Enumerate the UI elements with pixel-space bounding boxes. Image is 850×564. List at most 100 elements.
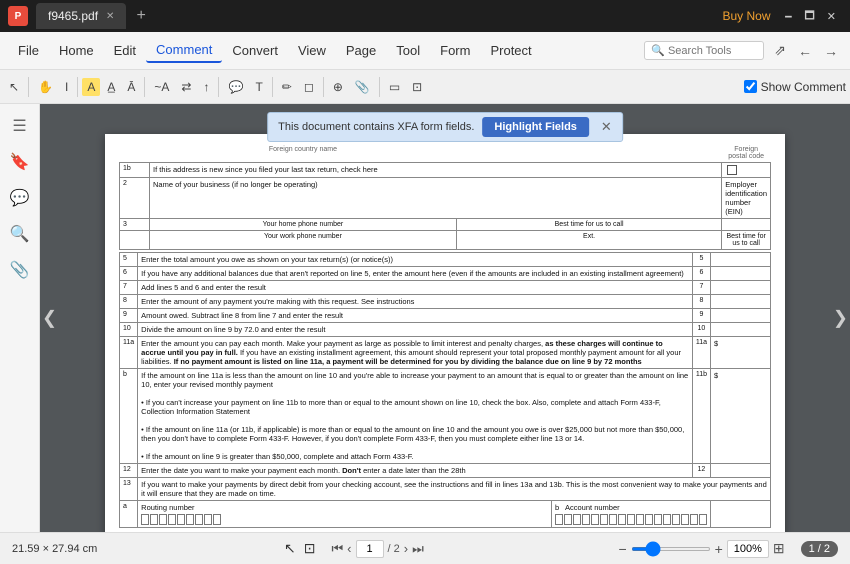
form-main-table: 5 Enter the total amount you owe as show…: [119, 252, 771, 528]
highlight-fields-button[interactable]: Highlight Fields: [482, 117, 589, 137]
tb-eraser[interactable]: ◻: [299, 78, 319, 96]
tb-stamp[interactable]: ⊕: [328, 78, 348, 96]
back-icon[interactable]: ←: [794, 41, 816, 61]
menu-form[interactable]: Form: [430, 39, 480, 62]
tb-separator-6: [323, 77, 324, 97]
tb-text-comment[interactable]: T: [250, 78, 267, 96]
tb-text-select[interactable]: I: [60, 78, 73, 96]
tb-separator-5: [272, 77, 273, 97]
panel-comment-icon[interactable]: 💬: [6, 184, 34, 212]
prev-page-button[interactable]: ‹: [347, 541, 351, 556]
panel-bookmark-icon[interactable]: 🔖: [6, 148, 34, 176]
table-row: b If the amount on line 11a is less than…: [120, 369, 771, 464]
panel-page-icon[interactable]: ☰: [6, 112, 34, 140]
show-comment-label: Show Comment: [761, 80, 846, 94]
tb-highlight[interactable]: A: [82, 78, 100, 96]
table-row: 6 If you have any additional balances du…: [120, 267, 771, 281]
table-row: 9 Amount owed. Subtract line 8 from line…: [120, 309, 771, 323]
table-row: 2 Name of your business (if no longer be…: [120, 178, 771, 219]
xfa-notification-bar: This document contains XFA form fields. …: [267, 112, 623, 142]
zoom-slider[interactable]: [631, 547, 711, 551]
maximize-button[interactable]: 🗖: [798, 7, 820, 26]
nav-controls: ⏮ ‹ / 2 › ⏭: [331, 540, 423, 558]
zoom-out-button[interactable]: −: [618, 541, 626, 557]
zoom-controls: − + ⊞: [618, 540, 784, 558]
table-row: Foreign country name Foreign postal code: [120, 144, 771, 163]
prev-page-arrow[interactable]: ❮: [42, 308, 57, 329]
menu-protect[interactable]: Protect: [480, 39, 541, 62]
table-row: Your work phone number Ext. Best time fo…: [120, 231, 771, 250]
search-icon: 🔍: [651, 44, 665, 57]
left-panel: ☰ 🔖 💬 🔍 📎: [0, 104, 40, 532]
minimize-button[interactable]: 🗕: [779, 7, 799, 26]
doc-area: This document contains XFA form fields. …: [40, 104, 850, 532]
search-box[interactable]: 🔍: [644, 41, 764, 60]
tb-draw[interactable]: ✏: [277, 78, 297, 96]
tb-strikethrough[interactable]: Ā: [122, 78, 140, 96]
menu-comment[interactable]: Comment: [146, 38, 222, 63]
tab-filename: f9465.pdf: [48, 9, 98, 23]
row-num-1b: 1b: [123, 165, 131, 172]
menu-convert[interactable]: Convert: [222, 39, 288, 62]
tb-separator-1: [28, 77, 29, 97]
tb-replace[interactable]: ⇄: [176, 78, 196, 96]
panel-search-icon[interactable]: 🔍: [6, 220, 34, 248]
xfa-close-icon[interactable]: ✕: [601, 119, 612, 135]
menu-home[interactable]: Home: [49, 39, 104, 62]
next-page-button[interactable]: ›: [404, 541, 408, 556]
tb-area[interactable]: ▭: [384, 78, 405, 96]
tb-separator-3: [144, 77, 145, 97]
tb-insert[interactable]: ↑: [198, 78, 214, 96]
table-row: 5 Enter the total amount you owe as show…: [120, 253, 771, 267]
next-page-arrow[interactable]: ❯: [833, 308, 848, 329]
table-row: 1b If this address is new since you file…: [120, 163, 771, 178]
tb-cursor[interactable]: ↖: [4, 78, 24, 96]
page-size: 21.59 × 27.94 cm: [12, 543, 97, 555]
menu-edit[interactable]: Edit: [104, 39, 146, 62]
table-row: 13 If you want to make your payments by …: [120, 478, 771, 501]
tab-close-icon[interactable]: ✕: [106, 11, 114, 22]
first-page-button[interactable]: ⏮: [331, 541, 343, 557]
table-row: 10 Divide the amount on line 9 by 72.0 a…: [120, 323, 771, 337]
table-row: 8 Enter the amount of any payment you're…: [120, 295, 771, 309]
right-icons: ⇗ ← →: [770, 40, 842, 61]
table-row: 12 Enter the date you want to make your …: [120, 464, 771, 478]
xfa-message: This document contains XFA form fields.: [278, 121, 474, 133]
tb-separator-4: [218, 77, 219, 97]
menu-file[interactable]: File: [8, 39, 49, 62]
menu-tool[interactable]: Tool: [386, 39, 430, 62]
tb-squiggly[interactable]: ~A: [149, 78, 174, 96]
fit-window-icon[interactable]: ⊞: [773, 540, 785, 557]
title-bar: P f9465.pdf ✕ + Buy Now 🗕 🗖 ✕: [0, 0, 850, 32]
form-table: Foreign country name Foreign postal code…: [119, 144, 771, 250]
zoom-value-input[interactable]: [727, 540, 769, 558]
share-icon[interactable]: ⇗: [770, 40, 790, 61]
cursor-icon[interactable]: ↖: [284, 540, 296, 557]
page-total: / 2: [388, 543, 400, 555]
file-tab[interactable]: f9465.pdf ✕: [36, 3, 126, 29]
last-page-button[interactable]: ⏭: [412, 541, 424, 557]
current-page-input[interactable]: [356, 540, 384, 558]
close-button[interactable]: ✕: [821, 10, 842, 23]
tb-attachment[interactable]: 📎: [350, 78, 375, 96]
tb-measure[interactable]: ⊡: [407, 78, 427, 96]
tb-hand[interactable]: ✋: [33, 78, 58, 96]
search-input[interactable]: [668, 45, 757, 57]
table-row: 11a Enter the amount you can pay each mo…: [120, 337, 771, 369]
toolbar: ↖ ✋ I A A̲ Ā ~A ⇄ ↑ 💬 T ✏ ◻ ⊕ 📎 ▭ ⊡ Show…: [0, 70, 850, 104]
new-tab-button[interactable]: +: [130, 7, 151, 25]
show-comment-checkbox[interactable]: [744, 80, 757, 93]
panel-attachment-icon[interactable]: 📎: [6, 256, 34, 284]
forward-icon[interactable]: →: [820, 41, 842, 61]
buy-now-button[interactable]: Buy Now: [723, 9, 771, 23]
zoom-in-button[interactable]: +: [715, 541, 723, 557]
tb-underline[interactable]: A̲: [102, 78, 120, 96]
pdf-page: Foreign country name Foreign postal code…: [105, 134, 785, 532]
tb-note[interactable]: 💬: [223, 78, 248, 96]
menu-page[interactable]: Page: [336, 39, 386, 62]
fit-page-icon[interactable]: ⊡: [304, 540, 316, 557]
menu-view[interactable]: View: [288, 39, 336, 62]
menu-bar: File Home Edit Comment Convert View Page…: [0, 32, 850, 70]
page-badge: 1 / 2: [801, 541, 838, 557]
app-icon: P: [8, 6, 28, 26]
